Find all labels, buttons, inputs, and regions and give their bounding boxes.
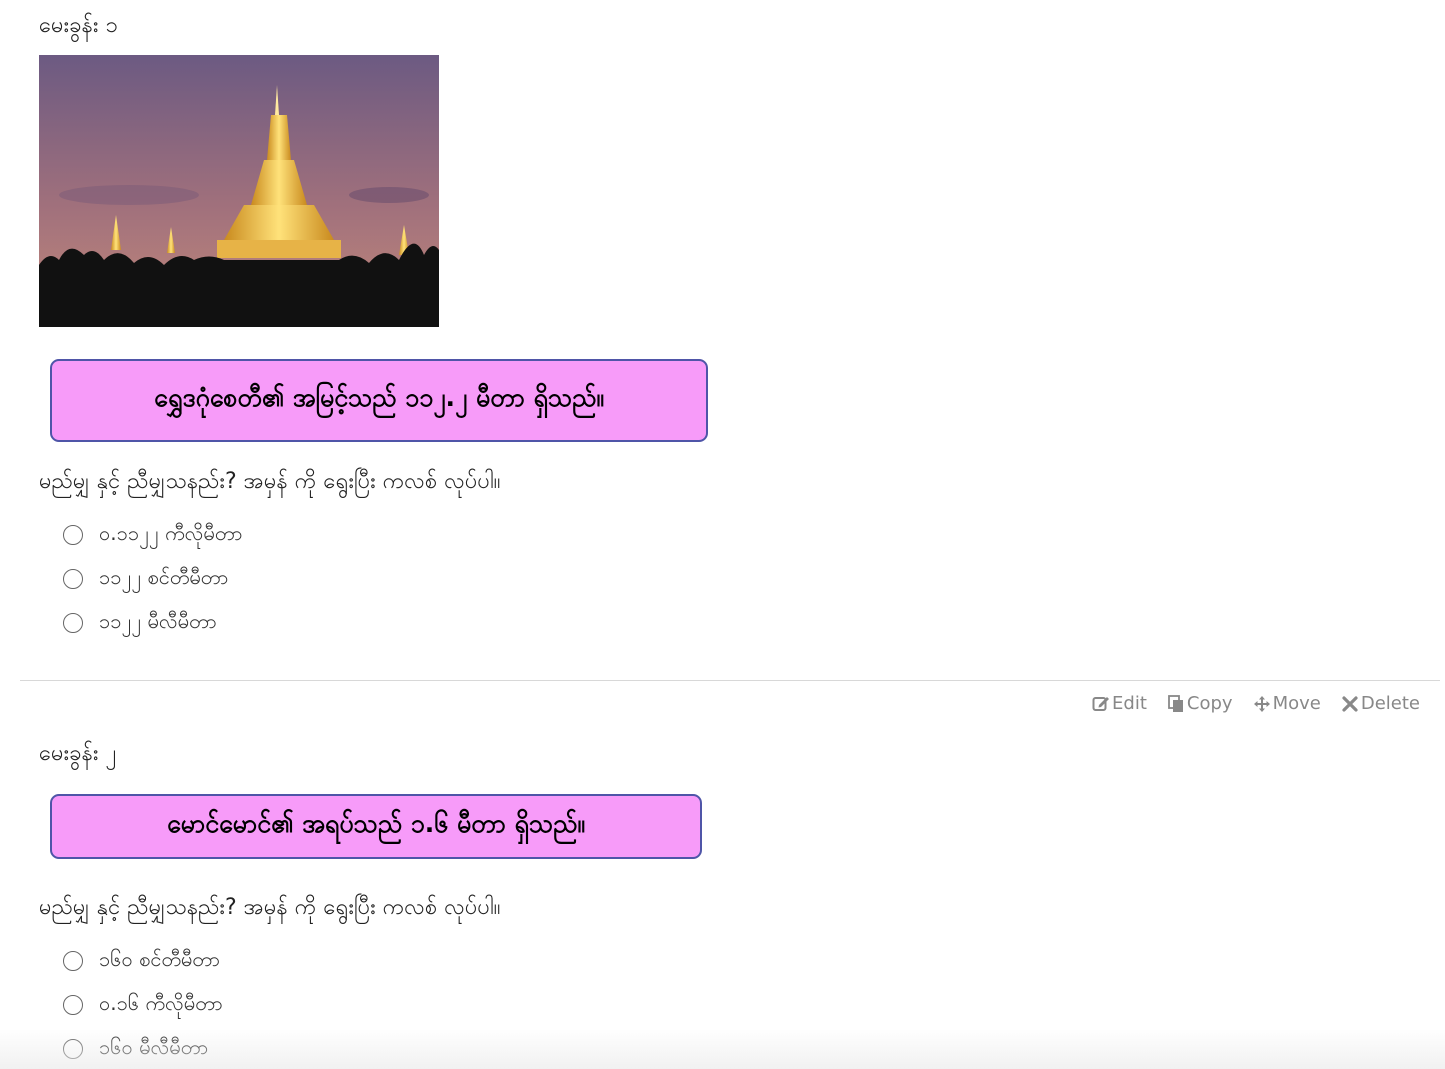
statement-box: ရွှေဒဂုံစေတီ၏ အမြင့်သည် ၁၁၂.၂ မီတာ ရှိသည…: [50, 359, 708, 442]
answer-option-label: ၁၆၀ စင်တီမီတာ: [99, 947, 221, 971]
answer-option-label: ၀.၁၆ ကီလိုမီတာ: [99, 991, 223, 1015]
answer-option[interactable]: ၁၁၂၂ စင်တီမီတာ: [63, 557, 243, 601]
edit-label: Edit: [1112, 693, 1147, 714]
answer-option-label: ၀.၁၁၂၂ ကီလိုမီတာ: [99, 521, 243, 545]
copy-label: Copy: [1186, 693, 1233, 714]
answer-option[interactable]: ၀.၁၁၂၂ ကီလိုမီတာ: [63, 513, 243, 557]
answer-option[interactable]: ၀.၁၆ ကီလိုမီတာ: [63, 983, 223, 1027]
answer-options: ၁၆၀ စင်တီမီတာ ၀.၁၆ ကီလိုမီတာ ၁၆၀ မီလီမီတ…: [63, 939, 223, 1069]
radio-button[interactable]: [63, 613, 83, 633]
radio-button[interactable]: [63, 569, 83, 589]
answer-option[interactable]: ၁၆၀ မီလီမီတာ: [63, 1027, 223, 1069]
move-label: Move: [1272, 693, 1321, 714]
copy-button[interactable]: Copy: [1167, 693, 1233, 714]
question-divider: [20, 680, 1440, 681]
move-icon: [1253, 695, 1270, 712]
radio-button[interactable]: [63, 951, 83, 971]
pagoda-illustration: [39, 55, 439, 327]
radio-button[interactable]: [63, 525, 83, 545]
pagoda-image: [39, 55, 439, 327]
radio-button[interactable]: [63, 995, 83, 1015]
quiz-page: မေးခွန်း ၁ ရွှေဒဂုံစေတီ၏ အမြင့်သည် ၁၁၂.၂…: [0, 0, 1445, 1069]
close-icon: [1342, 695, 1358, 712]
question-title: မေးခွန်း ၂: [39, 741, 117, 766]
answer-option-label: ၁၁၂၂ မီလီမီတာ: [99, 609, 217, 633]
edit-button[interactable]: Edit: [1092, 693, 1147, 714]
question-title: မေးခွန်း ၁: [39, 13, 118, 38]
radio-button[interactable]: [63, 1039, 83, 1059]
edit-icon: [1092, 696, 1110, 711]
copy-icon: [1167, 694, 1183, 712]
delete-button[interactable]: Delete: [1341, 693, 1420, 714]
question-toolbar: Edit Copy Move Delete: [1092, 693, 1420, 714]
question-prompt: မည်မျှ နှင့် ညီမျှသနည်း? အမှန် ကို ရွေးပ…: [39, 895, 501, 920]
answer-option[interactable]: ၁၆၀ စင်တီမီတာ: [63, 939, 223, 983]
question-prompt: မည်မျှ နှင့် ညီမျှသနည်း? အမှန် ကို ရွေးပ…: [39, 469, 501, 494]
move-button[interactable]: Move: [1253, 693, 1321, 714]
answer-options: ၀.၁၁၂၂ ကီလိုမီတာ ၁၁၂၂ စင်တီမီတာ ၁၁၂၂ မီလ…: [63, 513, 243, 645]
answer-option-label: ၁၆၀ မီလီမီတာ: [99, 1035, 209, 1059]
answer-option-label: ၁၁၂၂ စင်တီမီတာ: [99, 565, 229, 589]
delete-label: Delete: [1360, 693, 1420, 714]
answer-option[interactable]: ၁၁၂၂ မီလီမီတာ: [63, 601, 243, 645]
statement-box: မောင်မောင်၏ အရပ်သည် ၁.၆ မီတာ ရှိသည်။: [50, 794, 702, 859]
